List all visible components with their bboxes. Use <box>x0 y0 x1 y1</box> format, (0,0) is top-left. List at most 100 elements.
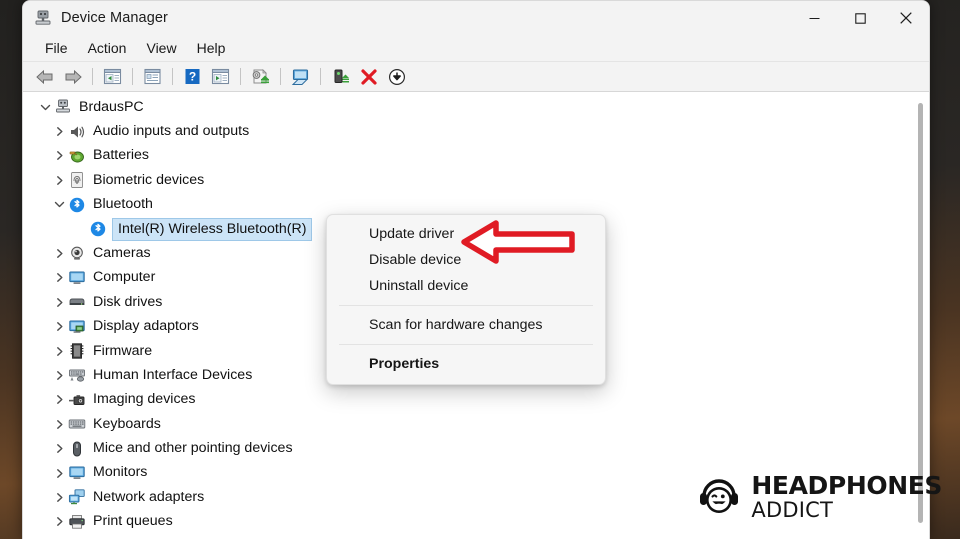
window-title: Device Manager <box>61 10 168 26</box>
context-menu-item-scan-for-hardware-changes[interactable]: Scan for hardware changes <box>327 312 605 338</box>
chevron-right-icon[interactable] <box>50 513 68 531</box>
chevron-right-icon[interactable] <box>50 366 68 384</box>
monitor-icon <box>68 464 86 482</box>
keyboard-icon <box>68 415 86 433</box>
chevron-right-icon[interactable] <box>50 147 68 165</box>
battery-icon <box>68 147 86 165</box>
smiley-headphones-logo <box>696 474 742 520</box>
tree-item-label: Biometric devices <box>93 171 205 188</box>
disk-drive-icon <box>68 293 86 311</box>
fingerprint-icon <box>68 171 86 189</box>
context-menu-separator <box>339 344 593 345</box>
chevron-right-icon[interactable] <box>50 293 68 311</box>
chevron-right-icon[interactable] <box>50 123 68 141</box>
tree-item-imaging-devices[interactable]: Imaging devices <box>23 388 929 412</box>
headphones-addict-watermark: HEADPHONES ADDICT <box>696 473 942 521</box>
monitor-icon <box>68 269 86 287</box>
svg-text:?: ? <box>189 70 196 84</box>
tree-item-batteries[interactable]: Batteries <box>23 144 929 168</box>
show-hide-console-tree-icon[interactable] <box>99 64 126 90</box>
tree-item-label: Imaging devices <box>93 391 196 408</box>
minimize-button[interactable] <box>791 1 837 35</box>
bluetooth-icon <box>68 196 86 214</box>
computer-root-icon <box>54 98 72 116</box>
camera-icon <box>68 245 86 263</box>
chevron-right-icon[interactable] <box>50 415 68 433</box>
scan-for-hardware-changes-icon[interactable] <box>287 64 314 90</box>
tree-item-label: Keyboards <box>93 415 161 432</box>
context-menu-item-disable-device[interactable]: Disable device <box>327 247 605 273</box>
menu-help[interactable]: Help <box>187 37 236 59</box>
watermark-line-2: ADDICT <box>751 498 833 522</box>
tree-root-label: BrdausPC <box>79 98 144 115</box>
context-menu-item-update-driver[interactable]: Update driver <box>327 221 605 247</box>
imaging-device-icon <box>68 391 86 409</box>
tree-item-label: Mice and other pointing devices <box>93 440 293 457</box>
tree-item-printers[interactable]: Printers <box>23 534 929 539</box>
chevron-right-icon[interactable] <box>50 464 68 482</box>
title-bar: Device Manager <box>23 1 929 35</box>
device-context-menu[interactable]: Update driver Disable device Uninstall d… <box>326 214 606 385</box>
tree-item-label: Intel(R) Wireless Bluetooth(R) <box>111 217 313 241</box>
chevron-right-icon[interactable] <box>50 488 68 506</box>
tree-item-label: Human Interface Devices <box>93 366 253 383</box>
maximize-button[interactable] <box>837 1 883 35</box>
tree-item-label: Display adaptors <box>93 318 199 335</box>
chevron-right-icon[interactable] <box>50 245 68 263</box>
tree-item-label: Disk drives <box>93 293 163 310</box>
tree-item-label: Batteries <box>93 147 149 164</box>
chevron-right-icon[interactable] <box>50 171 68 189</box>
device-manager-icon <box>34 9 52 27</box>
toolbar-separator <box>320 68 321 85</box>
tree-item-label: Audio inputs and outputs <box>93 122 250 139</box>
toolbar-separator <box>240 68 241 85</box>
bluetooth-icon <box>89 220 107 238</box>
tree-item-label: Computer <box>93 269 156 286</box>
scrollbar-thumb[interactable] <box>918 103 923 523</box>
watermark-text: HEADPHONES ADDICT <box>751 473 942 521</box>
window-controls <box>791 1 929 35</box>
chevron-right-icon[interactable] <box>50 318 68 336</box>
tree-root-row[interactable]: BrdausPC <box>23 95 929 119</box>
toolbar: ? <box>23 62 929 92</box>
tree-item-label: Print queues <box>93 513 173 530</box>
uninstall-device-icon[interactable] <box>355 64 382 90</box>
tree-item-keyboards[interactable]: Keyboards <box>23 412 929 436</box>
menu-view[interactable]: View <box>136 37 186 59</box>
menu-action[interactable]: Action <box>78 37 137 59</box>
tree-item-mice-and-other-pointing-devices[interactable]: Mice and other pointing devices <box>23 436 929 460</box>
properties-icon[interactable] <box>139 64 166 90</box>
watermark-line-1: HEADPHONES <box>751 471 942 500</box>
display-adapter-icon <box>68 318 86 336</box>
chevron-down-icon[interactable] <box>36 98 54 116</box>
hid-icon <box>68 366 86 384</box>
menu-bar: File Action View Help <box>23 35 929 62</box>
tree-item-biometric-devices[interactable]: Biometric devices <box>23 168 929 192</box>
device-manager-window: Device Manager File Action View Help ? B… <box>22 0 930 539</box>
disable-device-icon[interactable] <box>383 64 410 90</box>
tree-item-audio-inputs-and-outputs[interactable]: Audio inputs and outputs <box>23 119 929 143</box>
tree-item-label: Monitors <box>93 464 148 481</box>
close-button[interactable] <box>883 1 929 35</box>
menu-file[interactable]: File <box>35 37 78 59</box>
enable-device-icon[interactable] <box>327 64 354 90</box>
toolbar-separator <box>132 68 133 85</box>
tree-item-label: Cameras <box>93 244 151 261</box>
forward-arrow-icon[interactable] <box>59 64 86 90</box>
context-menu-item-properties[interactable]: Properties <box>327 351 605 377</box>
tree-item-label: Network adapters <box>93 488 205 505</box>
chevron-right-icon[interactable] <box>50 391 68 409</box>
back-arrow-icon[interactable] <box>31 64 58 90</box>
chevron-down-icon[interactable] <box>50 196 68 214</box>
firmware-chip-icon <box>68 342 86 360</box>
context-menu-item-uninstall-device[interactable]: Uninstall device <box>327 273 605 299</box>
chevron-right-icon[interactable] <box>50 342 68 360</box>
chevron-right-icon[interactable] <box>50 440 68 458</box>
show-hide-action-pane-icon[interactable] <box>207 64 234 90</box>
chevron-right-icon[interactable] <box>50 269 68 287</box>
update-driver-icon[interactable] <box>247 64 274 90</box>
help-icon[interactable]: ? <box>179 64 206 90</box>
tree-item-label: Bluetooth <box>93 196 153 213</box>
toolbar-separator <box>172 68 173 85</box>
mouse-icon <box>68 440 86 458</box>
